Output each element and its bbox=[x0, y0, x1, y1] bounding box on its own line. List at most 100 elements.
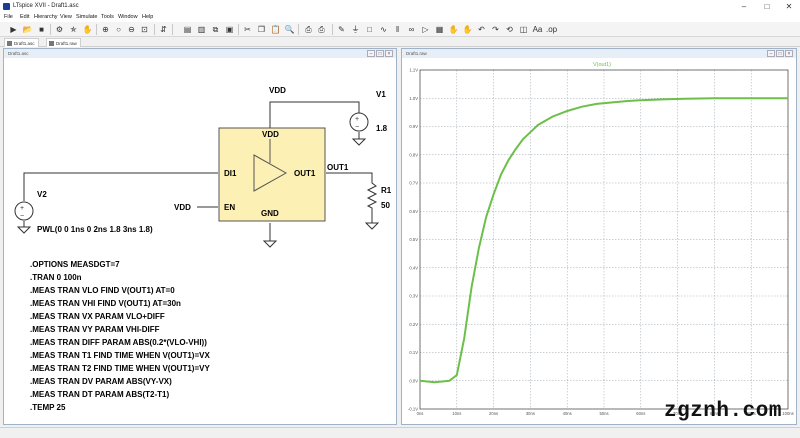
waveform-restore-button[interactable]: □ bbox=[776, 50, 784, 57]
y-tick-label: 0.9V bbox=[409, 124, 418, 129]
move-icon[interactable]: ✋ bbox=[448, 24, 459, 35]
directive-line: .MEAS TRAN VY PARAM VHI-DIFF bbox=[30, 325, 160, 334]
spice-directive-icon[interactable]: .op bbox=[546, 24, 557, 35]
svg-text:−: − bbox=[20, 213, 24, 220]
menu-edit[interactable]: Edit bbox=[20, 13, 29, 22]
halt-icon[interactable]: ✋ bbox=[82, 24, 93, 35]
redo-icon[interactable]: ↷ bbox=[490, 24, 501, 35]
menu-help[interactable]: Help bbox=[142, 13, 153, 22]
directive-line: .MEAS TRAN VX PARAM VLO+DIFF bbox=[30, 312, 165, 321]
open-icon[interactable]: 📂 bbox=[22, 24, 33, 35]
close-button[interactable]: ✕ bbox=[778, 0, 800, 13]
print-preview-icon[interactable]: ⎙ bbox=[316, 24, 327, 35]
y-tick-label: 0.4V bbox=[409, 265, 418, 270]
waveform-plot[interactable]: V(out1) -0.1V0.0V0.1V0.2V0.3V0.4V0.5V0.6… bbox=[402, 59, 796, 425]
tab-label: Draft1.asc bbox=[14, 41, 35, 46]
undo-icon[interactable]: ↶ bbox=[476, 24, 487, 35]
x-tick-label: 100ns bbox=[782, 411, 793, 416]
autorange-icon[interactable]: ⇵ bbox=[158, 24, 169, 35]
menu-file[interactable]: File bbox=[4, 13, 13, 22]
y-tick-label: 0.0V bbox=[409, 378, 418, 383]
y-tick-label: 0.1V bbox=[409, 350, 418, 355]
ground-icon[interactable]: ⏚ bbox=[350, 24, 361, 35]
menu-view[interactable]: View bbox=[60, 13, 72, 22]
rotate-icon[interactable]: ⟲ bbox=[504, 24, 515, 35]
y-tick-label: 0.5V bbox=[409, 237, 418, 242]
schematic-title: Draft1.asc bbox=[8, 51, 29, 56]
schematic-canvas[interactable]: + − + − VDD V1 1.8 VDD DI1 OUT1 EN GND V… bbox=[4, 59, 396, 425]
trace-title[interactable]: V(out1) bbox=[593, 62, 611, 68]
resistor-icon[interactable]: ∿ bbox=[378, 24, 389, 35]
block-di1-pin: DI1 bbox=[224, 169, 237, 178]
paste-icon[interactable]: 📋 bbox=[270, 24, 281, 35]
maximize-button[interactable]: □ bbox=[756, 0, 778, 13]
directive-line: .OPTIONS MEASDGT=7 bbox=[30, 260, 120, 269]
r1-resistor-symbol[interactable] bbox=[366, 179, 378, 211]
wire-icon[interactable]: ✎ bbox=[336, 24, 347, 35]
v2-value: PWL(0 0 1ns 0 2ns 1.8 3ns 1.8) bbox=[37, 225, 153, 234]
control-panel-icon[interactable]: ⚙ bbox=[54, 24, 65, 35]
print-icon[interactable]: ⎙ bbox=[303, 24, 314, 35]
directive-line: .MEAS TRAN DT PARAM ABS(T2-T1) bbox=[30, 390, 169, 399]
zoom-fit-icon[interactable]: ⊡ bbox=[139, 24, 150, 35]
schematic-icon bbox=[7, 41, 12, 46]
diode-icon[interactable]: ▷ bbox=[420, 24, 431, 35]
component-icon[interactable]: ▦ bbox=[434, 24, 445, 35]
zoom-out-icon[interactable]: ⊖ bbox=[126, 24, 137, 35]
waveform-close-button[interactable]: × bbox=[785, 50, 793, 57]
save-icon[interactable]: ■ bbox=[36, 24, 47, 35]
menu-hierarchy[interactable]: Hierarchy bbox=[34, 13, 58, 22]
capacitor-icon[interactable]: ‖ bbox=[392, 24, 403, 35]
label-net-icon[interactable]: □ bbox=[364, 24, 375, 35]
inductor-icon[interactable]: ∞ bbox=[406, 24, 417, 35]
title-bar: LTspice XVII - Draft1.asc – □ ✕ bbox=[0, 0, 800, 13]
copy-icon[interactable]: ❐ bbox=[256, 24, 267, 35]
tile-vertical-icon[interactable]: ▥ bbox=[196, 24, 207, 35]
menu-tools[interactable]: Tools bbox=[101, 13, 114, 22]
text-icon[interactable]: Aa bbox=[532, 24, 543, 35]
schematic-restore-button[interactable]: □ bbox=[376, 50, 384, 57]
cut-icon[interactable]: ✂ bbox=[242, 24, 253, 35]
directive-line: .MEAS TRAN VHI FIND V(OUT1) AT=30n bbox=[30, 299, 181, 308]
x-tick-label: 60ns bbox=[636, 411, 645, 416]
new-schematic-icon[interactable]: ▶ bbox=[8, 24, 19, 35]
r1-value: 50 bbox=[381, 201, 390, 210]
schematic-window: Draft1.asc – □ × + − + − VDD V1 1.8 VDD … bbox=[3, 48, 397, 425]
schematic-title-bar: Draft1.asc – □ × bbox=[4, 49, 396, 58]
trace-v-out1[interactable] bbox=[419, 97, 788, 384]
svg-text:−: − bbox=[355, 124, 359, 131]
y-tick-label: 1.0V bbox=[409, 96, 418, 101]
waveform-minimize-button[interactable]: – bbox=[767, 50, 775, 57]
spice-directives[interactable]: .OPTIONS MEASDGT=7 .TRAN 0 100n .MEAS TR… bbox=[30, 260, 210, 412]
run-icon[interactable]: ✯ bbox=[68, 24, 79, 35]
app-icon bbox=[3, 3, 10, 10]
tab-waveform[interactable]: Draft1.raw bbox=[46, 38, 81, 47]
status-bar bbox=[0, 427, 800, 438]
drag-icon[interactable]: ✋ bbox=[462, 24, 473, 35]
menu-bar: File Edit Hierarchy View Simulate Tools … bbox=[0, 13, 800, 22]
tab-schematic[interactable]: Draft1.asc bbox=[4, 38, 39, 47]
block-vdd-pin: VDD bbox=[262, 130, 279, 139]
window-title: LTspice XVII - Draft1.asc bbox=[13, 3, 79, 9]
minimize-button[interactable]: – bbox=[733, 0, 755, 13]
directive-line: .MEAS TRAN T1 FIND TIME WHEN V(OUT1)=VX bbox=[30, 351, 210, 360]
ltspice-app: LTspice XVII - Draft1.asc – □ ✕ File Edi… bbox=[0, 0, 800, 438]
x-tick-label: 20ns bbox=[489, 411, 498, 416]
x-tick-label: 0ns bbox=[417, 411, 424, 416]
schematic-minimize-button[interactable]: – bbox=[367, 50, 375, 57]
block-en-pin: EN bbox=[224, 203, 235, 212]
block-out1-pin: OUT1 bbox=[294, 169, 316, 178]
tile-horizontal-icon[interactable]: ▤ bbox=[182, 24, 193, 35]
cascade-icon[interactable]: ⧉ bbox=[210, 24, 221, 35]
waveform-icon bbox=[49, 41, 54, 46]
svg-text:+: + bbox=[355, 116, 359, 123]
menu-simulate[interactable]: Simulate bbox=[76, 13, 97, 22]
menu-window[interactable]: Window bbox=[118, 13, 138, 22]
zoom-in-icon[interactable]: ⊕ bbox=[100, 24, 111, 35]
schematic-close-button[interactable]: × bbox=[385, 50, 393, 57]
mirror-icon[interactable]: ◫ bbox=[518, 24, 529, 35]
find-icon[interactable]: 🔍 bbox=[284, 24, 295, 35]
pan-icon[interactable]: ○ bbox=[113, 24, 124, 35]
close-all-icon[interactable]: ▣ bbox=[224, 24, 235, 35]
plot-grid bbox=[419, 69, 789, 410]
